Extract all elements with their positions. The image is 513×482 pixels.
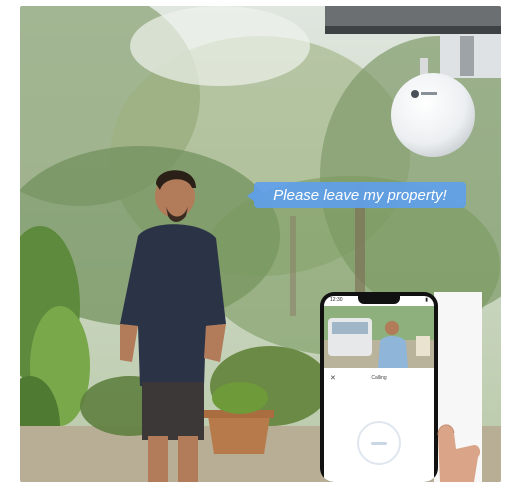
camera-feed-image bbox=[324, 306, 434, 368]
phone-notch bbox=[358, 296, 400, 304]
call-title: Calling bbox=[371, 375, 387, 381]
microphone-ring-icon bbox=[371, 442, 387, 445]
speech-bubble: Please leave my property! bbox=[247, 182, 466, 208]
battery-icon: ▮ bbox=[425, 297, 428, 303]
phone-screen: 12:30 ▮ ✕ Calling bbox=[324, 296, 434, 482]
camera-feed bbox=[324, 306, 434, 368]
hand bbox=[437, 424, 481, 482]
status-time: 12:30 bbox=[330, 297, 343, 303]
call-header: ✕ Calling bbox=[330, 372, 428, 384]
talk-button[interactable] bbox=[357, 421, 401, 465]
close-icon[interactable]: ✕ bbox=[330, 374, 342, 382]
smartphone: 12:30 ▮ ✕ Calling bbox=[320, 292, 438, 482]
